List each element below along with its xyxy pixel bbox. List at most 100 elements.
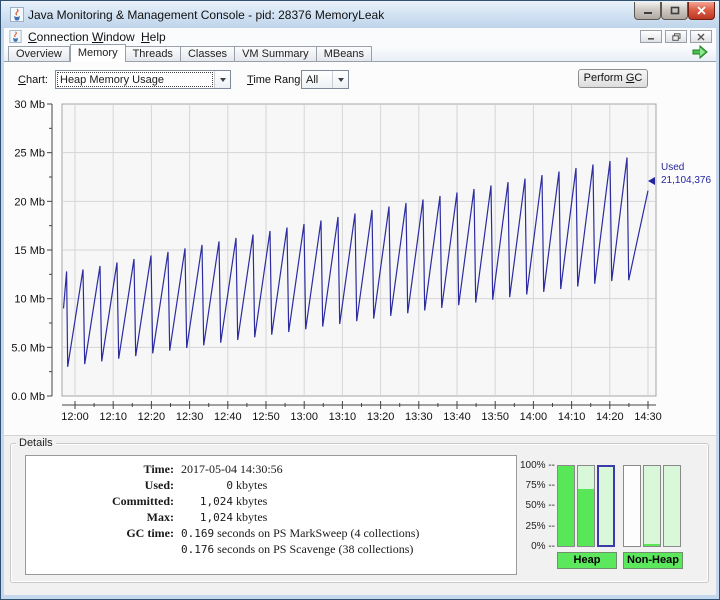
memory-pool-bar-nonheap-2[interactable]	[643, 465, 661, 547]
details-row-number: 0.169	[181, 527, 214, 540]
details-row-label: Used:	[26, 477, 181, 493]
details-row: 0.176 seconds on PS Scavenge (38 collect…	[26, 541, 516, 557]
details-row: GC time:0.169 seconds on PS MarkSweep (4…	[26, 525, 516, 541]
details-row: Committed:1,024 kbytes	[26, 493, 516, 509]
details-row-text: seconds on PS Scavenge (38 collections)	[214, 542, 413, 556]
details-row-number: 1,024	[181, 494, 233, 510]
chart-select[interactable]: Heap Memory Usage	[55, 70, 231, 89]
tab-threads[interactable]: Threads	[126, 46, 181, 61]
x-tick-label: 12:00	[61, 411, 89, 423]
x-tick-label: 14:20	[596, 411, 624, 423]
iframe-restore-button[interactable]	[665, 30, 687, 43]
y-tick-label: 5.0 Mb	[11, 342, 45, 354]
chevron-down-icon	[220, 78, 226, 85]
window-maximize-button[interactable]	[661, 2, 688, 20]
chevron-down-icon	[338, 78, 344, 85]
memory-pool-bar-heap-2[interactable]	[577, 465, 595, 547]
tab-overview[interactable]: Overview	[8, 46, 70, 61]
tab-mbeans[interactable]: MBeans	[317, 46, 372, 61]
details-row-text: kbytes	[233, 510, 267, 524]
tab-vm-summary[interactable]: VM Summary	[235, 46, 317, 61]
y-tick-label: 25 Mb	[14, 148, 45, 160]
iframe-close-button[interactable]	[690, 30, 712, 43]
jconsole-window: { "window": { "title": "Java Monitoring …	[0, 0, 720, 600]
tab-strip: OverviewMemoryThreadsClassesVM SummaryMB…	[4, 45, 716, 62]
chart-select-value: Heap Memory Usage	[56, 71, 214, 88]
used-annotation-label: Used	[661, 162, 684, 173]
gauge-percent-label: 50% --	[495, 500, 555, 511]
gauge-percent-label: 100% --	[495, 460, 555, 471]
time-range-arrow[interactable]	[332, 71, 348, 88]
x-tick-label: 13:10	[329, 411, 357, 423]
details-info-box: Time:2017-05-04 14:30:56Used:0 kbytesCom…	[25, 455, 517, 575]
gauge-percent-label: 25% --	[495, 521, 555, 532]
tab-memory[interactable]: Memory	[70, 44, 126, 62]
memory-pool-bars	[557, 465, 681, 547]
details-row-label: GC time:	[26, 525, 181, 541]
details-row-number: 1,024	[181, 510, 233, 526]
memory-pool-bar-nonheap-3[interactable]	[663, 465, 681, 547]
details-row-number: 0.176	[181, 543, 214, 556]
nonheap-button[interactable]: Non-Heap	[623, 552, 683, 569]
x-tick-label: 12:50	[252, 411, 280, 423]
time-range-value: All	[302, 71, 332, 88]
bar-committed-fill	[664, 466, 680, 546]
heap-usage-chart: 30 Mb25 Mb20 Mb15 Mb10 Mb5.0 Mb0.0 Mb12:…	[0, 95, 720, 435]
x-tick-label: 12:40	[214, 411, 242, 423]
connection-status-icon	[692, 45, 709, 59]
memory-pool-bar-nonheap-1[interactable]	[623, 465, 641, 547]
details-row-text: seconds on PS MarkSweep (4 collections)	[214, 526, 419, 540]
heap-button[interactable]: Heap	[557, 552, 617, 569]
y-tick-label: 30 Mb	[14, 99, 45, 111]
menu-connection[interactable]: Connection	[28, 30, 89, 44]
chart-select-label: Chart:	[18, 74, 48, 86]
gauge-percent-label: 0% --	[495, 541, 555, 552]
x-tick-label: 13:40	[443, 411, 471, 423]
menu-window[interactable]: Window	[92, 30, 135, 44]
details-row-label: Max:	[26, 509, 181, 525]
window-close-button[interactable]	[688, 2, 715, 20]
bar-committed-fill	[644, 466, 660, 546]
bar-used-fill	[558, 466, 574, 546]
memory-pool-bar-heap-3[interactable]	[597, 465, 615, 547]
details-row: Max:1,024 kbytes	[26, 509, 516, 525]
iframe-minimize-button[interactable]	[640, 30, 662, 43]
used-annotation-value: 21,104,376	[661, 175, 711, 186]
y-tick-label: 20 Mb	[14, 196, 45, 208]
window-title: Java Monitoring & Management Console - p…	[28, 8, 384, 22]
details-row-text: 2017-05-04 14:30:56	[181, 462, 283, 476]
gauge-percent-label: 75% --	[495, 480, 555, 491]
memory-pool-bar-heap-1[interactable]	[557, 465, 575, 547]
tab-classes[interactable]: Classes	[181, 46, 235, 61]
details-row-text: kbytes	[233, 478, 267, 492]
x-tick-label: 14:30	[634, 411, 662, 423]
chart-select-arrow[interactable]	[214, 71, 230, 88]
x-tick-label: 14:00	[520, 411, 548, 423]
bar-used-fill	[644, 544, 660, 546]
bar-used-fill	[578, 489, 594, 546]
x-tick-label: 13:50	[481, 411, 509, 423]
java-icon	[10, 7, 24, 22]
x-tick-label: 13:20	[367, 411, 395, 423]
x-tick-label: 12:20	[138, 411, 166, 423]
bar-committed-fill	[599, 467, 613, 545]
tabs: OverviewMemoryThreadsClassesVM SummaryMB…	[8, 44, 372, 61]
x-tick-label: 12:30	[176, 411, 204, 423]
titlebar: Java Monitoring & Management Console - p…	[1, 1, 719, 28]
x-tick-label: 13:30	[405, 411, 433, 423]
details-row-label: Committed:	[26, 493, 181, 509]
window-minimize-button[interactable]	[634, 2, 661, 20]
details-row-text: kbytes	[233, 494, 267, 508]
y-tick-label: 0.0 Mb	[11, 391, 45, 403]
perform-gc-button[interactable]: Perform GC	[578, 69, 648, 88]
details-row: Time:2017-05-04 14:30:56	[26, 461, 516, 477]
x-tick-label: 13:00	[290, 411, 318, 423]
time-range-select[interactable]: All	[301, 70, 349, 89]
java-icon-small	[9, 30, 22, 43]
details-row-number: 0	[181, 478, 233, 494]
menu-help[interactable]: Help	[141, 30, 166, 44]
x-tick-label: 14:10	[558, 411, 586, 423]
x-tick-label: 12:10	[99, 411, 127, 423]
y-tick-label: 10 Mb	[14, 294, 45, 306]
details-group-label: Details	[16, 437, 56, 449]
